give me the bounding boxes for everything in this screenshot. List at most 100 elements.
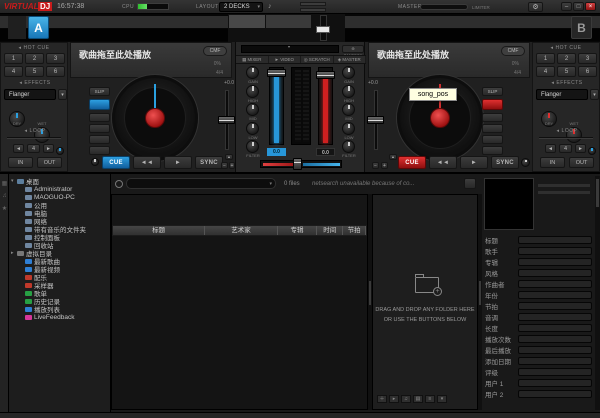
- sandbox-button[interactable]: ⊕ SANDBOX: [342, 45, 364, 53]
- deck-b-effect-select[interactable]: Flanger: [536, 89, 588, 100]
- deck-b-slot-button-3[interactable]: [482, 135, 503, 144]
- mixer-knob[interactable]: [246, 85, 259, 98]
- hotcue-button[interactable]: 1: [536, 53, 555, 64]
- deck-b-effect-mini-button[interactable]: [588, 147, 596, 155]
- deck-b-bend-top-button[interactable]: ▲: [389, 154, 397, 160]
- hotcue-button[interactable]: 4: [4, 66, 23, 77]
- channel-a-fader-handle[interactable]: [267, 69, 286, 77]
- deck-a-slip-button[interactable]: SLIP: [89, 87, 110, 96]
- collapse-icon[interactable]: ◂: [19, 80, 22, 86]
- deck-b-bend-minus-button[interactable]: −: [372, 162, 379, 169]
- mixer-knob[interactable]: [246, 140, 259, 153]
- collapse-icon[interactable]: ◂: [557, 128, 560, 134]
- deck-a-loop-in-button[interactable]: IN: [8, 157, 33, 168]
- speaker-icon[interactable]: ♪: [268, 3, 272, 10]
- deck-a-effect-select[interactable]: Flanger: [4, 89, 56, 100]
- deck-a-jog-wheel[interactable]: [112, 75, 198, 161]
- hotcue-button[interactable]: 6: [578, 66, 597, 77]
- hotcue-button[interactable]: 5: [557, 66, 576, 77]
- crossfader-handle[interactable]: [293, 158, 302, 170]
- dropzone-button[interactable]: ≡: [425, 395, 435, 403]
- layout-dropdown[interactable]: 2 DECKS ▾: [219, 2, 263, 12]
- deck-b-cue-button[interactable]: CUE: [398, 156, 426, 169]
- mixer-knob[interactable]: [342, 103, 355, 116]
- column-header[interactable]: 时间: [317, 226, 343, 235]
- mixer-knob[interactable]: [246, 122, 259, 135]
- deck-a-cue-button[interactable]: CUE: [102, 156, 130, 169]
- info-field-value[interactable]: [518, 236, 592, 244]
- info-field-value[interactable]: [518, 324, 592, 332]
- tree-item[interactable]: 控制面板: [11, 233, 110, 241]
- layout-toggle-top[interactable]: [300, 2, 326, 6]
- deck-b-loop-in-button[interactable]: IN: [540, 157, 565, 168]
- deck-b-loop-out-button[interactable]: OUT: [569, 157, 594, 168]
- info-field-value[interactable]: [518, 247, 592, 255]
- deck-b-pitch-slider[interactable]: [367, 116, 384, 124]
- track-table-body[interactable]: [112, 236, 367, 409]
- info-field-value[interactable]: [518, 335, 592, 343]
- collapse-icon[interactable]: ◂: [19, 45, 22, 51]
- tree-item[interactable]: Administrator: [11, 185, 110, 193]
- deck-a-bend-minus-button[interactable]: −: [221, 162, 228, 169]
- deck-b-sync-button[interactable]: SYNC: [491, 156, 519, 169]
- tree-item[interactable]: ▾ 桌面: [11, 177, 110, 185]
- tree-item[interactable]: 最新视频: [11, 265, 110, 273]
- hotcue-button[interactable]: 3: [578, 53, 597, 64]
- deck-b-stutter-button[interactable]: ◄◄: [429, 156, 457, 169]
- hotcue-button[interactable]: 4: [536, 66, 555, 77]
- chevron-down-icon[interactable]: ▾: [269, 181, 272, 187]
- deck-b-slot-button-1[interactable]: [482, 113, 503, 122]
- deck-b-key-knob[interactable]: [521, 158, 530, 167]
- info-field-value[interactable]: [518, 291, 592, 299]
- mixer-knob[interactable]: [246, 66, 259, 79]
- tree-item[interactable]: 播放列表: [11, 305, 110, 313]
- layout-toggle-bottom[interactable]: [300, 8, 326, 12]
- folder-drop-zone[interactable]: + DRAG AND DROP ANY FOLDER HERE OR USE T…: [372, 194, 478, 410]
- deck-b-info-button[interactable]: CMF: [501, 46, 525, 56]
- deck-a-loop-size[interactable]: 4: [27, 144, 40, 153]
- maximize-button[interactable]: □: [573, 2, 584, 11]
- deck-a-slot-button-1[interactable]: [89, 113, 110, 122]
- deck-a-effect-arrow-button[interactable]: ▾: [58, 89, 67, 100]
- mixer-knob[interactable]: [342, 122, 355, 135]
- settings-button[interactable]: ⚙: [528, 2, 543, 12]
- deck-a-bend-top-button[interactable]: ▲: [225, 154, 233, 160]
- info-field-value[interactable]: [518, 357, 592, 365]
- sidebar-scrollbar[interactable]: [595, 176, 600, 410]
- tree-item[interactable]: MAOGUO-PC: [11, 193, 110, 201]
- info-field-value[interactable]: [518, 390, 592, 398]
- tree-item[interactable]: LiveFeedback: [11, 313, 110, 321]
- mixer-knob[interactable]: [246, 103, 259, 116]
- deck-b-slot-button-2[interactable]: [482, 124, 503, 133]
- deck-b-bend-plus-button[interactable]: +: [381, 162, 388, 169]
- close-button[interactable]: ×: [585, 2, 596, 11]
- info-field-value[interactable]: [518, 379, 592, 387]
- deck-b-active-slot-button[interactable]: [482, 99, 503, 110]
- mixer-tab[interactable]: ▦ MIXER: [236, 56, 269, 63]
- hotcue-button[interactable]: 5: [25, 66, 44, 77]
- deck-a-play-button[interactable]: ►: [164, 156, 192, 169]
- search-input[interactable]: ▾: [126, 178, 276, 189]
- mixer-knob[interactable]: [342, 85, 355, 98]
- dropzone-button[interactable]: ▤: [413, 395, 423, 403]
- info-field-value[interactable]: [518, 258, 592, 266]
- column-header[interactable]: 标题: [113, 226, 205, 235]
- tree-item[interactable]: 歌单: [11, 289, 110, 297]
- deck-a-effect-mini-button[interactable]: [56, 147, 64, 155]
- minimize-button[interactable]: –: [561, 2, 572, 11]
- tree-item[interactable]: ▸ 虚拟目录: [11, 249, 110, 257]
- deck-a-stutter-button[interactable]: ◄◄: [133, 156, 161, 169]
- side-strip-icon[interactable]: ♫: [0, 193, 9, 199]
- dropzone-button[interactable]: ♫: [401, 395, 411, 403]
- tree-item[interactable]: 采样器: [11, 281, 110, 289]
- tree-item[interactable]: 最新歌曲: [11, 257, 110, 265]
- deck-a-slot-button-4[interactable]: [89, 146, 110, 155]
- deck-a-slot-button-3[interactable]: [89, 135, 110, 144]
- deck-b-loop-slider[interactable]: [539, 137, 593, 139]
- master-volume-slider[interactable]: [420, 4, 468, 10]
- hotcue-button[interactable]: 3: [46, 53, 65, 64]
- tree-item[interactable]: 带有音乐的文件夹: [11, 225, 110, 233]
- channel-b-fader-handle[interactable]: [316, 71, 335, 79]
- side-strip-icon[interactable]: ★: [0, 205, 9, 212]
- deck-a-loop-out-button[interactable]: OUT: [37, 157, 62, 168]
